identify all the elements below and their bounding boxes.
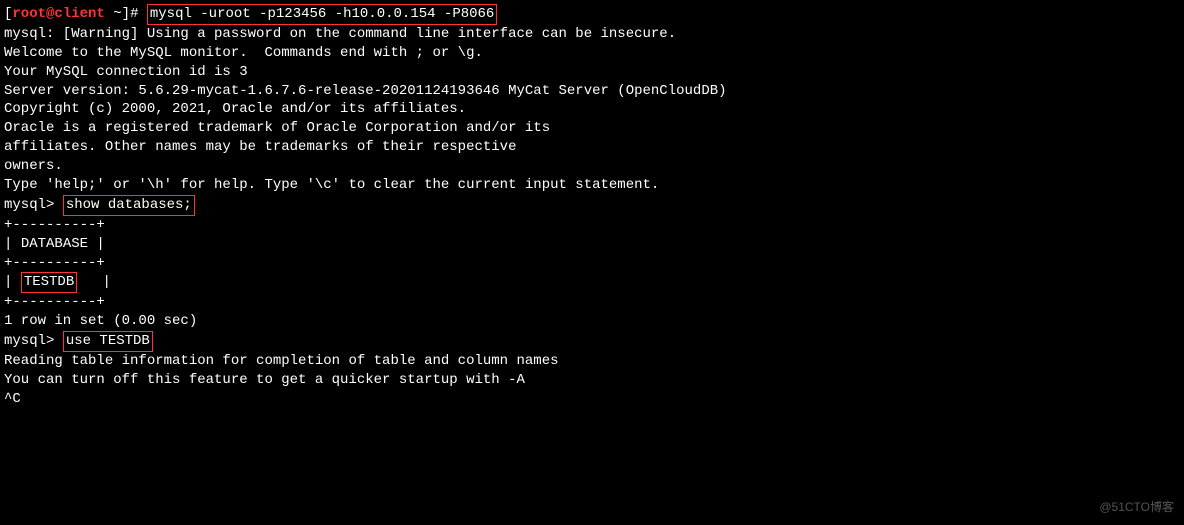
- table-header-row: | DATABASE |: [4, 235, 1180, 254]
- mysql-prompt: mysql>: [4, 197, 63, 213]
- output-reading-1: Reading table information for completion…: [4, 352, 1180, 371]
- output-connection-id: Your MySQL connection id is 3: [4, 63, 1180, 82]
- prompt-user: root: [12, 6, 46, 22]
- table-border-mid: +----------+: [4, 254, 1180, 273]
- prompt-line-3: mysql> use TESTDB: [4, 331, 1180, 352]
- table-row-post: |: [77, 274, 111, 290]
- output-warning: mysql: [Warning] Using a password on the…: [4, 25, 1180, 44]
- mysql-prompt-2: mysql>: [4, 333, 63, 349]
- table-border-bottom: +----------+: [4, 293, 1180, 312]
- output-reading-2: You can turn off this feature to get a q…: [4, 371, 1180, 390]
- output-server-version: Server version: 5.6.29-mycat-1.6.7.6-rel…: [4, 82, 1180, 101]
- output-help: Type 'help;' or '\h' for help. Type '\c'…: [4, 176, 1180, 195]
- prompt-host: client: [54, 6, 104, 22]
- table-data-row: | TESTDB |: [4, 272, 1180, 293]
- command-use-testdb: use TESTDB: [63, 331, 153, 352]
- prompt-tilde: ~: [105, 6, 122, 22]
- table-row-pre: |: [4, 274, 21, 290]
- command-mysql-connect: mysql -uroot -p123456 -h10.0.0.154 -P806…: [147, 4, 497, 25]
- output-trademark-3: owners.: [4, 157, 1180, 176]
- command-show-databases: show databases;: [63, 195, 195, 216]
- watermark: @51CTO博客: [1099, 499, 1174, 515]
- table-header-post: |: [88, 236, 105, 252]
- output-rowcount: 1 row in set (0.00 sec): [4, 312, 1180, 331]
- output-welcome: Welcome to the MySQL monitor. Commands e…: [4, 44, 1180, 63]
- table-border-top: +----------+: [4, 216, 1180, 235]
- output-trademark-2: affiliates. Other names may be trademark…: [4, 138, 1180, 157]
- output-trademark-1: Oracle is a registered trademark of Orac…: [4, 119, 1180, 138]
- prompt-hash: #: [130, 6, 147, 22]
- bracket-close: ]: [122, 6, 130, 22]
- prompt-line-1: [root@client ~]# mysql -uroot -p123456 -…: [4, 4, 1180, 25]
- table-row-value: TESTDB: [21, 272, 77, 293]
- output-ctrlc: ^C: [4, 390, 1180, 409]
- table-header-pre: |: [4, 236, 21, 252]
- table-header: DATABASE: [21, 236, 88, 252]
- prompt-line-2: mysql> show databases;: [4, 195, 1180, 216]
- output-copyright: Copyright (c) 2000, 2021, Oracle and/or …: [4, 100, 1180, 119]
